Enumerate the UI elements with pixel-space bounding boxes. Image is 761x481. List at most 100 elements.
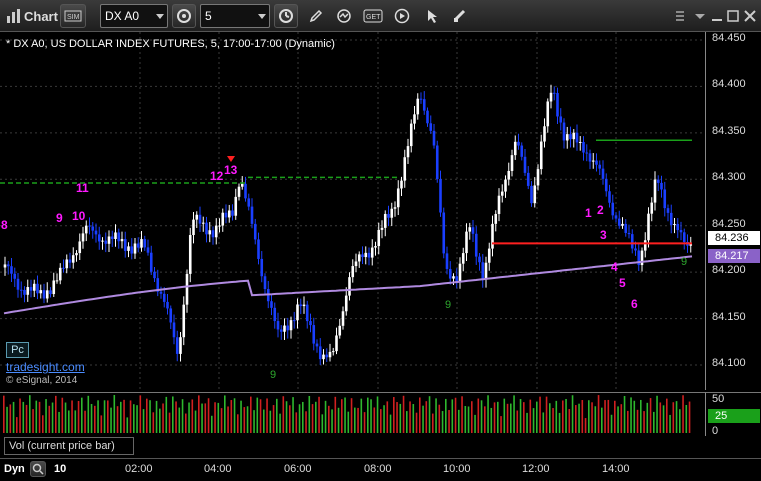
volume-bar: [441, 411, 444, 433]
volume-bar: [539, 396, 541, 433]
candle-body: [94, 230, 98, 235]
candle-body: [614, 215, 618, 219]
candle-body: [416, 98, 420, 115]
candle-body: [487, 248, 491, 263]
candle-body: [120, 239, 124, 242]
volume-bar: [373, 407, 376, 433]
candle-body: [179, 337, 182, 354]
chevron-down-icon[interactable]: [156, 14, 164, 19]
volume-pane[interactable]: [0, 392, 705, 436]
menu-icon[interactable]: [692, 4, 708, 28]
watermark-link[interactable]: tradesight.com: [6, 360, 85, 374]
candle-body: [455, 276, 459, 282]
volume-bar: [81, 397, 83, 433]
chart-toolbar: Chart SIM DX A0 5 GET: [0, 0, 761, 32]
candle-body: [572, 132, 576, 140]
clock-icon[interactable]: [274, 4, 298, 28]
candle-body: [81, 233, 85, 242]
volume-bar: [64, 402, 67, 433]
volume-bar: [354, 407, 356, 433]
volume-bar: [133, 404, 135, 433]
volume-bar: [250, 396, 252, 433]
volume-bar: [519, 399, 522, 433]
candle-body: [227, 210, 231, 218]
volume-bar: [370, 399, 372, 433]
minimize-icon[interactable]: [710, 4, 724, 28]
candle-body: [604, 178, 608, 192]
time-tick: 10: [54, 463, 67, 475]
volume-bar: [263, 409, 265, 433]
candle-body: [153, 271, 156, 279]
candle-body: [68, 259, 72, 263]
pc-button[interactable]: Pc: [6, 342, 29, 358]
volume-bar: [311, 404, 314, 433]
maximize-icon[interactable]: [726, 4, 740, 28]
volume-tick: 50: [712, 393, 725, 405]
volume-bar: [279, 413, 281, 433]
candle-body: [653, 179, 657, 203]
volume-bar: [328, 405, 330, 433]
volume-bar: [142, 409, 145, 433]
volume-bar: [620, 404, 623, 433]
volume-bar: [55, 395, 57, 433]
candle-body: [370, 247, 374, 258]
cursor-icon[interactable]: [422, 4, 442, 28]
rectangle-icon[interactable]: [450, 4, 470, 28]
candle-body: [458, 263, 462, 282]
volume-bar: [415, 412, 418, 433]
candle-body: [305, 304, 309, 322]
chevron-down-icon[interactable]: [258, 14, 266, 19]
symbol-input[interactable]: DX A0: [100, 4, 168, 28]
volume-bar: [207, 398, 210, 433]
candle-body: [130, 246, 134, 254]
refresh-icon[interactable]: [172, 4, 196, 28]
candle-body: [107, 236, 111, 244]
cycle-icon[interactable]: [334, 4, 354, 28]
volume-bar: [552, 408, 554, 433]
candle-body: [611, 202, 615, 216]
candle-body: [393, 207, 397, 209]
volume-bar: [445, 398, 447, 433]
time-axis[interactable]: Dyn 10 02:00 04:00 06:00 08:00 10:00 12:…: [0, 458, 761, 481]
volume-bar: [438, 404, 441, 433]
volume-bar: [9, 404, 12, 433]
candle-body: [650, 202, 654, 214]
price-tick: 84.250: [712, 218, 746, 230]
candle-body: [273, 307, 277, 322]
get-icon[interactable]: GET: [362, 4, 384, 28]
volume-bar: [679, 409, 681, 433]
candle-body: [101, 240, 104, 242]
price-axis[interactable]: 84.450 84.400 84.350 84.300 84.250 84.20…: [705, 32, 761, 390]
candle-body: [143, 239, 147, 248]
volume-bar: [61, 397, 64, 433]
candle-body: [237, 186, 241, 197]
interval-input[interactable]: 5: [200, 4, 270, 28]
candle-body: [16, 278, 20, 290]
volume-bar: [194, 410, 197, 433]
volume-bar: [578, 403, 580, 433]
candle-body: [361, 254, 364, 258]
candle-body: [669, 212, 673, 225]
window-icon[interactable]: SIM: [60, 4, 86, 28]
volume-bar: [113, 395, 116, 433]
help-icon[interactable]: [672, 4, 688, 28]
volume-bar: [289, 405, 291, 433]
volume-bar: [152, 412, 155, 433]
volume-bar: [393, 397, 395, 433]
volume-axis[interactable]: 50 25 0: [705, 392, 761, 437]
candle-body: [10, 266, 13, 274]
candle-body: [666, 208, 670, 213]
zoom-icon[interactable]: [30, 461, 46, 477]
candle-body: [182, 304, 186, 338]
play-icon[interactable]: [392, 4, 412, 28]
candle-body: [660, 182, 663, 190]
close-icon[interactable]: [742, 4, 758, 28]
candle-body: [88, 225, 91, 227]
pencil-icon[interactable]: [306, 4, 326, 28]
candle-body: [439, 179, 442, 213]
sequence-count-label: 1: [585, 206, 592, 220]
volume-bar: [649, 398, 652, 433]
candle-body: [166, 301, 169, 309]
volume-bar: [266, 398, 268, 433]
candle-body: [195, 214, 199, 220]
